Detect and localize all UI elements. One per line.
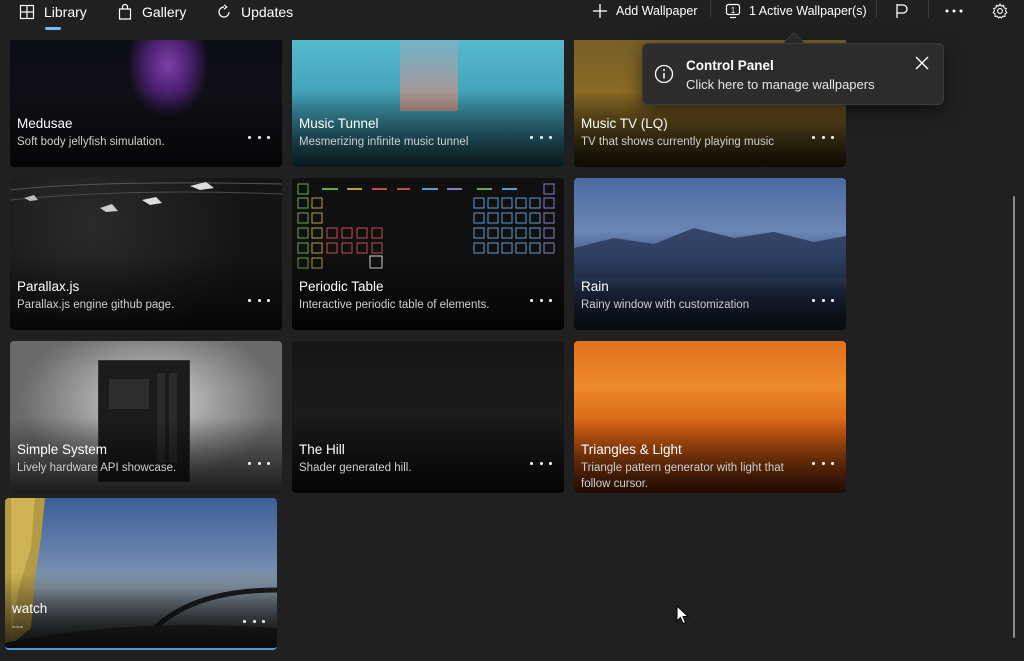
monitor-icon: 1 [725, 3, 741, 19]
tip-subtitle: Click here to manage wallpapers [686, 77, 875, 92]
wallpaper-card-simple-system[interactable]: Simple System Lively hardware API showca… [10, 341, 282, 493]
more-menu-button[interactable] [942, 0, 966, 22]
active-tab-indicator [45, 27, 61, 30]
close-icon[interactable] [914, 55, 930, 71]
card-description: Triangle pattern generator with light th… [581, 462, 784, 490]
wallpaper-card-periodic-table[interactable]: Periodic Table Interactive periodic tabl… [292, 178, 564, 330]
more-options-button[interactable] [530, 294, 552, 306]
settings-button[interactable] [990, 0, 1010, 22]
flag-icon [896, 4, 908, 18]
refresh-icon [218, 4, 230, 18]
card-description: Interactive periodic table of elements. [299, 299, 490, 311]
card-description: Rainy window with customization [581, 299, 750, 311]
card-description: --- [12, 621, 24, 633]
card-description: Lively hardware API showcase. [17, 462, 177, 474]
parallax-birds-graphic [10, 182, 282, 212]
more-options-button[interactable] [530, 457, 552, 469]
tab-gallery-label: Gallery [142, 4, 187, 20]
wallpaper-card-watch[interactable]: watch --- [5, 498, 277, 650]
more-options-button[interactable] [812, 294, 834, 306]
control-panel-tip[interactable]: Control Panel Click here to manage wallp… [642, 43, 944, 105]
tab-gallery[interactable]: Gallery [117, 0, 186, 24]
flag-button[interactable] [892, 0, 912, 22]
card-title: The Hill [299, 442, 345, 457]
toolbar-divider [876, 0, 877, 18]
tip-title: Control Panel [686, 58, 774, 73]
card-title: Periodic Table [299, 279, 384, 294]
more-options-button[interactable] [248, 294, 270, 306]
more-options-button[interactable] [248, 457, 270, 469]
card-title: Triangles & Light [581, 442, 682, 457]
wallpaper-card-parallax[interactable]: Parallax.js Parallax.js engine github pa… [10, 178, 282, 330]
wallpaper-card-triangles-light[interactable]: Triangles & Light Triangle pattern gener… [574, 341, 846, 493]
more-options-button[interactable] [812, 131, 834, 143]
gallery-bag-icon [118, 4, 132, 20]
card-title: Parallax.js [17, 279, 80, 294]
info-icon [654, 64, 674, 84]
vertical-scrollbar[interactable] [1013, 196, 1015, 638]
toolbar-divider [928, 0, 929, 18]
card-title: watch [12, 601, 48, 616]
library-icon [19, 4, 35, 20]
toolbar-divider [710, 0, 711, 18]
tab-updates[interactable]: Updates [216, 0, 293, 24]
card-title: Rain [581, 279, 609, 294]
add-wallpaper-button[interactable]: Add Wallpaper [592, 0, 698, 22]
card-title: Music Tunnel [299, 116, 379, 131]
card-description: Shader generated hill. [299, 462, 412, 474]
active-wallpapers-button[interactable]: 1 1 Active Wallpaper(s) [725, 0, 867, 22]
more-options-button[interactable] [530, 131, 552, 143]
more-options-button[interactable] [243, 615, 265, 627]
svg-text:1: 1 [731, 6, 736, 15]
tab-library[interactable]: Library [19, 0, 87, 24]
wallpaper-card-the-hill[interactable]: The Hill Shader generated hill. [292, 341, 564, 493]
card-description: Mesmerizing infinite music tunnel [299, 136, 469, 148]
gear-icon [992, 3, 1008, 19]
ellipsis-icon [945, 9, 963, 13]
card-description: Soft body jellyfish simulation. [17, 136, 165, 148]
active-wallpapers-label: 1 Active Wallpaper(s) [749, 4, 867, 18]
wallpaper-card-rain[interactable]: Rain Rainy window with customization [574, 178, 846, 330]
plus-icon [593, 4, 607, 18]
tab-library-label: Library [44, 4, 87, 20]
card-description: TV that shows currently playing music [581, 136, 775, 148]
card-title: Simple System [17, 442, 108, 457]
mouse-cursor-icon [676, 605, 690, 625]
card-title: Medusae [17, 116, 73, 131]
add-wallpaper-label: Add Wallpaper [616, 4, 698, 18]
more-options-button[interactable] [812, 457, 834, 469]
more-options-button[interactable] [248, 131, 270, 143]
card-description: Parallax.js engine github page. [17, 299, 175, 311]
tab-updates-label: Updates [241, 4, 294, 20]
card-title: Music TV (LQ) [581, 116, 668, 131]
top-navigation-bar: Library Gallery Updates Add Wallpaper 1 … [0, 0, 1024, 40]
